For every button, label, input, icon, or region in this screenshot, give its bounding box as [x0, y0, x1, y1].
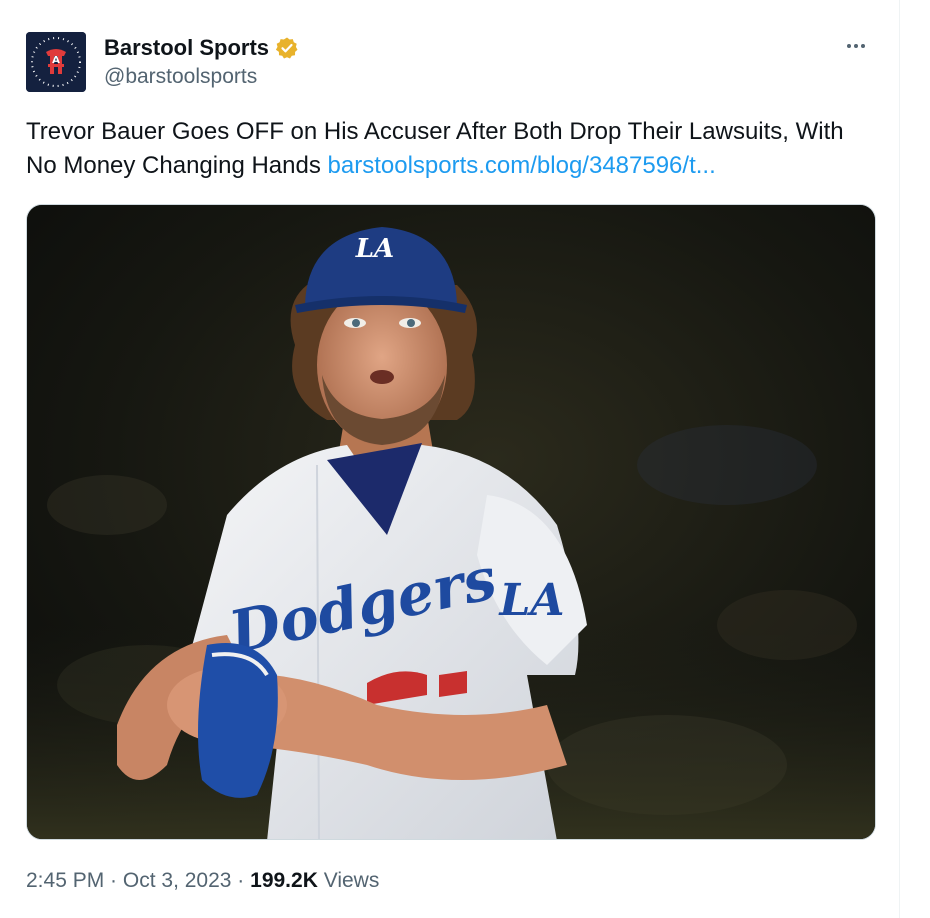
name-row: Barstool Sports [104, 34, 299, 62]
verified-badge-icon[interactable] [275, 36, 299, 60]
barstool-logo-icon: A [26, 32, 86, 92]
more-options-icon[interactable] [841, 36, 871, 56]
views-label: Views [317, 869, 380, 892]
tweet-time[interactable]: 2:45 PM [26, 869, 104, 892]
tweet-image[interactable]: LA LA Dodgers [26, 204, 876, 840]
tweet-meta: 2:45 PM · Oct 3, 2023 · 199.2K Views [26, 866, 379, 896]
dodgers-pitcher-photo: LA LA Dodgers [27, 205, 875, 839]
meta-separator: · [231, 869, 251, 892]
cap-logo: LA [355, 234, 394, 264]
meta-separator: · [104, 869, 123, 892]
svg-text:A: A [52, 55, 60, 66]
views-count[interactable]: 199.2K [250, 869, 318, 892]
tweet-card[interactable]: A Barstool Sports @barstoolsports Trevor… [0, 0, 900, 918]
sleeve-logo: LA [497, 575, 564, 626]
tweet-date[interactable]: Oct 3, 2023 [123, 869, 232, 892]
avatar[interactable]: A [26, 32, 86, 92]
tweet-header: A Barstool Sports @barstoolsports [26, 32, 299, 92]
tweet-link[interactable]: barstoolsports.com/blog/3487596/t... [328, 152, 716, 179]
author-names: Barstool Sports @barstoolsports [104, 34, 299, 92]
display-name[interactable]: Barstool Sports [104, 34, 269, 62]
tweet-text: Trevor Bauer Goes OFF on His Accuser Aft… [26, 115, 876, 183]
author-handle[interactable]: @barstoolsports [104, 62, 299, 92]
